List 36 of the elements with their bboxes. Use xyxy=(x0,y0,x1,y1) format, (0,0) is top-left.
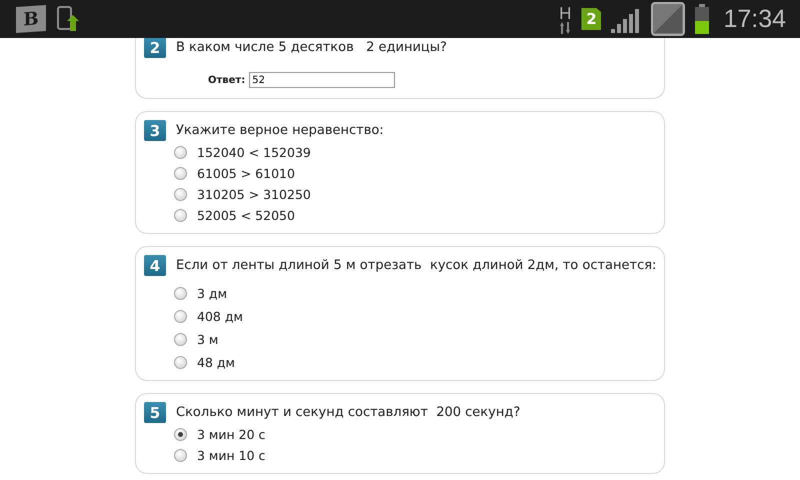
sim-badge: 2 xyxy=(581,8,602,30)
radio-button[interactable] xyxy=(174,428,187,441)
question-number: 5 xyxy=(144,402,166,423)
question-number: 3 xyxy=(144,120,166,141)
radio-button[interactable] xyxy=(174,188,187,201)
question-number: 4 xyxy=(144,255,166,276)
option-label: 52005 < 52050 xyxy=(197,208,295,223)
clock: 17:34 xyxy=(723,4,786,34)
question-number: 2 xyxy=(144,38,166,58)
network-type: H xyxy=(559,4,572,22)
battery-icon xyxy=(695,4,710,34)
option-label: 3 мин 10 с xyxy=(197,448,266,463)
question-text: Если от ленты длиной 5 м отрезать кусок длиной 2дм, то останется: xyxy=(176,258,656,273)
option-label: 408 дм xyxy=(197,309,243,324)
answer-label: Ответ: xyxy=(208,74,246,86)
answer-field[interactable]: 52 xyxy=(249,72,396,88)
radio-button[interactable] xyxy=(174,449,187,462)
option-label: 3 мин 20 с xyxy=(197,427,266,442)
radio-button[interactable] xyxy=(174,356,187,369)
option-label: 61005 > 61010 xyxy=(197,166,295,181)
radio-button[interactable] xyxy=(174,287,187,300)
radio-button[interactable] xyxy=(174,167,187,180)
question-text: Укажите верное неравенство: xyxy=(176,123,384,138)
question-text: В каком числе 5 десятков 2 единицы? xyxy=(176,40,447,55)
radio-button[interactable] xyxy=(174,310,187,323)
option-label: 152040 < 152039 xyxy=(197,145,311,160)
radio-button[interactable] xyxy=(174,146,187,159)
radio-button[interactable] xyxy=(174,209,187,222)
option-label: 48 дм xyxy=(197,355,235,370)
option-label: 3 м xyxy=(197,332,218,347)
radio-button[interactable] xyxy=(174,333,187,346)
option-label: 3 дм xyxy=(197,286,227,301)
option-label: 310205 > 310250 xyxy=(197,187,311,202)
question-text: Сколько минут и секунд составляют 200 секунд? xyxy=(176,405,520,420)
data-arrows-icon xyxy=(560,22,570,34)
app-logo: B xyxy=(16,4,46,34)
